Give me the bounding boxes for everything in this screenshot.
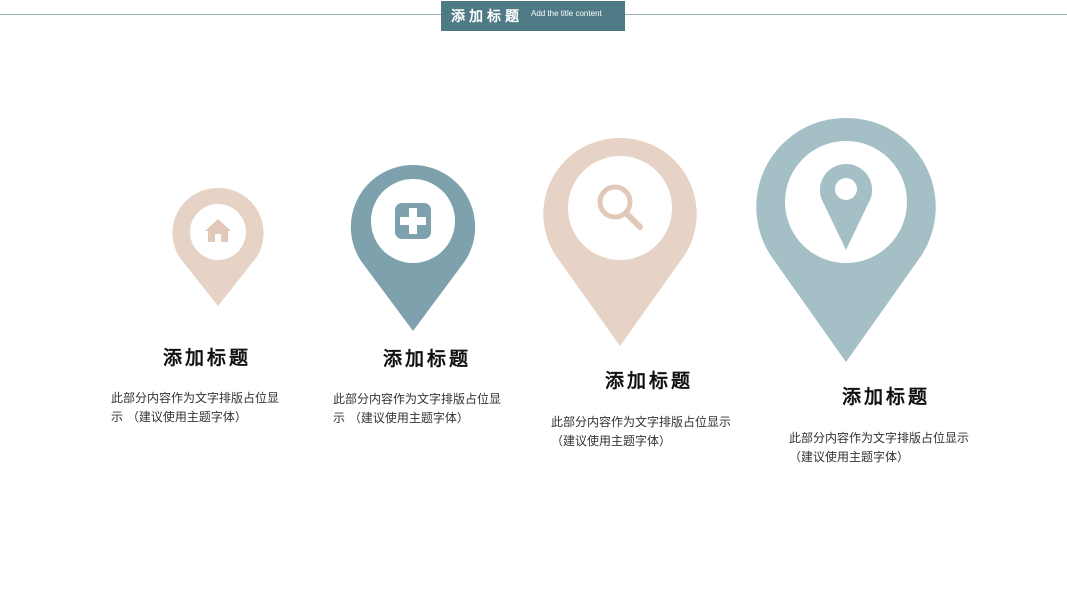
map-pin-1 [172, 187, 264, 306]
map-pin-2 [350, 164, 476, 331]
item-4-description: 此部分内容作为文字排版占位显示 （建议使用主题字体） [789, 431, 970, 464]
map-pin-3 [543, 137, 697, 346]
item-3-title: 添加标题 [605, 370, 694, 392]
page-subtitle: Add the title content [531, 8, 602, 18]
header-title-box: 添加标题 Add the title content [441, 1, 625, 31]
item-2-title: 添加标题 [383, 348, 472, 370]
page-title: 添加标题 [451, 9, 523, 25]
item-4-title: 添加标题 [842, 386, 931, 408]
map-pin-4 [756, 117, 936, 362]
item-1-title: 添加标题 [163, 347, 252, 369]
plus-icon [395, 203, 431, 239]
item-1-description: 此部分内容作为文字排版占位显 示 （建议使用主题字体） [111, 391, 280, 424]
item-3-description: 此部分内容作为文字排版占位显示 （建议使用主题字体） [551, 415, 732, 448]
item-2-description: 此部分内容作为文字排版占位显 示 （建议使用主题字体） [333, 392, 502, 425]
